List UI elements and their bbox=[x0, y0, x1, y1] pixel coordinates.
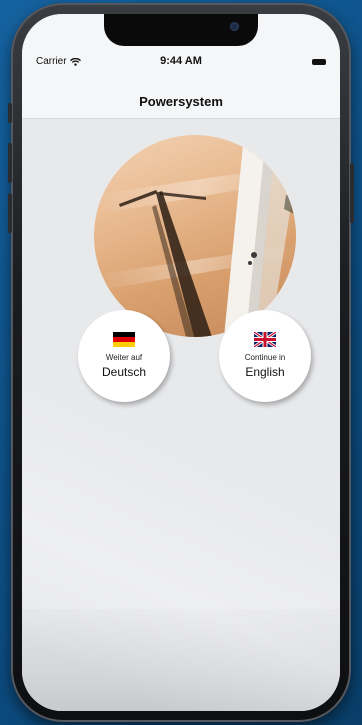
english-button-language: English bbox=[245, 365, 285, 379]
power-button bbox=[350, 163, 354, 223]
volume-up-button bbox=[8, 143, 12, 183]
continue-in-german-button[interactable]: Weiter auf Deutsch bbox=[78, 310, 170, 402]
wind-turbine-photo bbox=[94, 135, 296, 337]
front-camera bbox=[230, 22, 239, 31]
english-button-caption: Continue in bbox=[244, 353, 286, 362]
germany-flag-icon bbox=[113, 332, 135, 347]
notch bbox=[104, 14, 258, 46]
page-title: Powersystem bbox=[139, 94, 223, 109]
volume-down-button bbox=[8, 193, 12, 233]
phone-screen: Carrier 9:44 AM Powersystem Weiter auf D… bbox=[22, 14, 340, 711]
german-button-language: Deutsch bbox=[101, 365, 147, 379]
bottom-area bbox=[22, 609, 340, 711]
hero-image bbox=[94, 135, 296, 337]
uk-flag-icon bbox=[254, 332, 276, 347]
continue-in-english-button[interactable]: Continue in English bbox=[219, 310, 311, 402]
clock: 9:44 AM bbox=[160, 55, 202, 67]
battery-icon bbox=[312, 59, 326, 65]
german-button-caption: Weiter auf bbox=[105, 353, 143, 362]
mute-switch bbox=[8, 103, 12, 123]
navigation-bar: Powersystem bbox=[22, 84, 340, 119]
